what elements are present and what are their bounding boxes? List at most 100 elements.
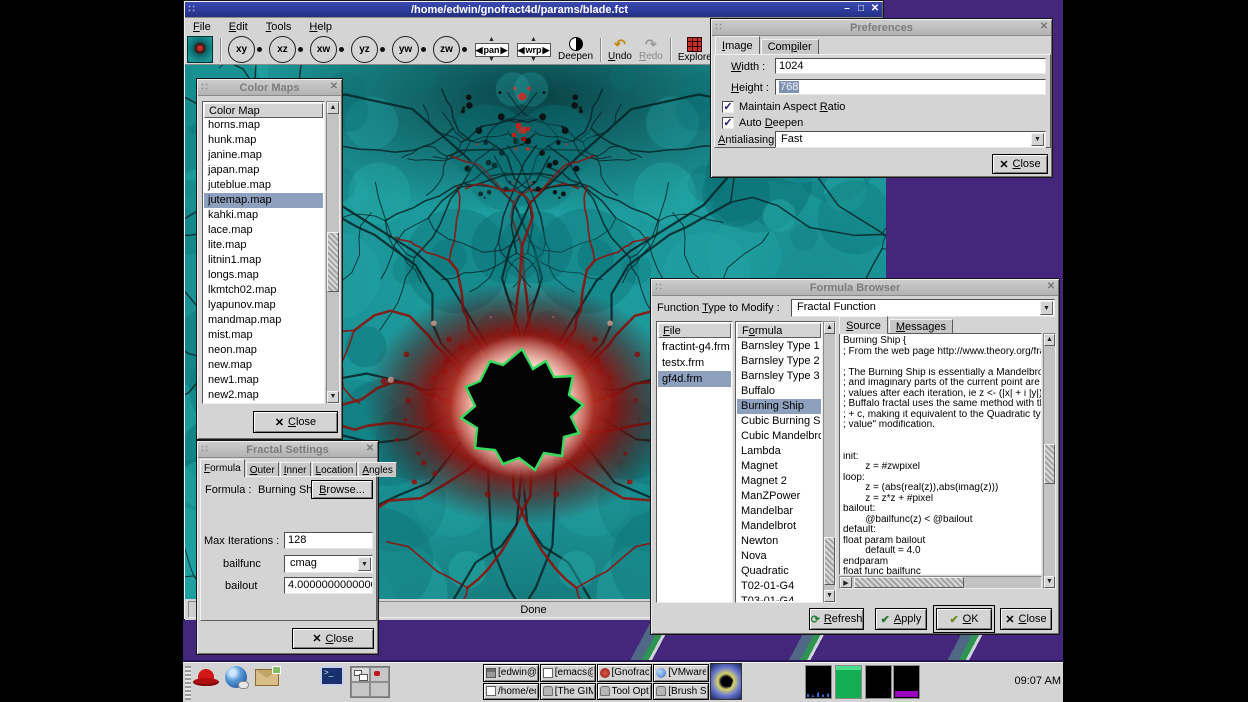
formula-item[interactable]: Cubic Mandelbrot — [737, 429, 821, 444]
formula-item[interactable]: Mandelbar — [737, 504, 821, 519]
height-field[interactable]: 768 — [775, 79, 1046, 95]
formula-column-header[interactable]: Formula — [737, 323, 821, 338]
tab-inner[interactable]: Inner — [280, 462, 311, 477]
explore-button[interactable]: Explore — [678, 37, 712, 63]
ok-button[interactable]: ✔ OK — [936, 608, 992, 630]
warp-box[interactable]: ◀wrp▶ — [517, 43, 551, 57]
axis-drag-dot[interactable] — [462, 47, 467, 52]
taskbar-window-button[interactable]: [Brush Se — [653, 683, 709, 701]
deepen-button[interactable]: Deepen — [558, 37, 593, 62]
menu-item[interactable]: Help — [307, 20, 334, 34]
menu-item[interactable]: File — [191, 20, 213, 34]
fractal-settings-close-button[interactable]: ✕ Close — [292, 628, 374, 649]
maintain-aspect-checkbox[interactable]: ✓ — [722, 101, 734, 113]
colormap-item[interactable]: lkmtch02.map — [204, 283, 323, 298]
colormap-item[interactable]: juteblue.map — [204, 178, 323, 193]
formula-item[interactable]: T03-01-G4 — [737, 594, 821, 601]
fractal-settings-titlebar[interactable]: ∷ Fractal Settings ✕ — [198, 442, 377, 458]
email-icon[interactable] — [255, 669, 279, 686]
taskbar-window-button[interactable]: [The GIMI — [540, 683, 596, 701]
taskbar-window-button[interactable]: [VMware V — [653, 664, 709, 682]
colormap-item[interactable]: lite.map — [204, 238, 323, 253]
redhat-menu-icon[interactable] — [193, 669, 219, 689]
formula-list-scrollbar[interactable]: ▲ ▼ — [823, 321, 836, 603]
scrollbar-thumb[interactable] — [327, 232, 339, 292]
menu-item[interactable]: Tools — [264, 20, 294, 34]
formula-item[interactable]: Burning Ship — [737, 399, 821, 414]
source-horizontal-scrollbar[interactable]: ◀ ▶ — [839, 576, 1042, 589]
swap-monitor-applet[interactable] — [893, 665, 920, 699]
warp-spinner[interactable]: ▲◀wrp▶▼ — [516, 37, 551, 63]
tab-location[interactable]: Location — [312, 462, 358, 477]
pan-box[interactable]: ◀pan▶ — [475, 43, 509, 57]
apply-button[interactable]: ✔ Apply — [875, 608, 927, 630]
network-monitor-applet[interactable] — [805, 665, 832, 699]
file-item[interactable]: testx.frm — [658, 355, 731, 371]
workspace-2[interactable] — [370, 667, 389, 682]
colormap-item[interactable]: horns.map — [204, 118, 323, 133]
function-type-dropdown[interactable]: Fractal Function ▼ — [791, 299, 1055, 317]
axis-drag-dot[interactable] — [298, 47, 303, 52]
scroll-up-icon[interactable]: ▲ — [1044, 334, 1055, 346]
workspace-1[interactable] — [351, 667, 370, 682]
tab-image[interactable]: Image — [715, 36, 760, 54]
chevron-down-icon[interactable]: ▼ — [1040, 301, 1053, 315]
file-item[interactable]: fractint-g4.frm — [658, 339, 731, 355]
tab-compiler[interactable]: Compiler — [761, 39, 819, 54]
file-column-header[interactable]: File — [658, 323, 731, 338]
fractal-applet-thumbnail[interactable] — [710, 663, 742, 700]
taskbar-window-button[interactable]: [emacs@l — [540, 664, 596, 682]
formula-item[interactable]: Magnet — [737, 459, 821, 474]
colormap-item[interactable]: jutemap.map — [204, 193, 323, 208]
axis-button-yw[interactable]: yw — [392, 36, 426, 63]
colormap-item[interactable]: mandmap.map — [204, 313, 323, 328]
formula-browser-titlebar[interactable]: ∷ Formula Browser ✕ — [652, 280, 1058, 296]
antialiasing-dropdown[interactable]: Fast ▼ — [775, 131, 1046, 148]
refresh-button[interactable]: ⟳ Refresh — [809, 608, 864, 630]
colormap-scrollbar[interactable]: ▲ ▼ — [326, 101, 340, 404]
redo-button[interactable]: ↷ Redo — [639, 38, 663, 62]
colormap-item[interactable]: lyapunov.map — [204, 298, 323, 313]
preferences-close-button[interactable]: ✕ Close — [992, 154, 1048, 174]
tab-source[interactable]: Source — [839, 316, 888, 334]
formula-item[interactable]: Barnsley Type 1 — [737, 339, 821, 354]
colormap-item[interactable]: new.map — [204, 358, 323, 373]
blank-monitor-applet[interactable] — [865, 665, 892, 699]
formula-item[interactable]: Lambda — [737, 444, 821, 459]
workspace-4[interactable] — [370, 682, 389, 697]
formula-item[interactable]: ManZPower — [737, 489, 821, 504]
pan-spinner[interactable]: ▲◀pan▶▼ — [474, 37, 509, 63]
colormap-item[interactable]: new1.map — [204, 373, 323, 388]
scroll-down-icon[interactable]: ▼ — [327, 391, 339, 403]
colormap-item[interactable]: lace.map — [204, 223, 323, 238]
formula-item[interactable]: Mandelbrot — [737, 519, 821, 534]
formula-item[interactable]: Magnet 2 — [737, 474, 821, 489]
bailout-field[interactable]: 4.0000000000000000 — [284, 577, 373, 594]
formula-item[interactable]: Barnsley Type 3 — [737, 369, 821, 384]
chevron-down-icon[interactable]: ▼ — [1031, 133, 1044, 146]
source-vertical-scrollbar[interactable]: ▲ ▼ — [1043, 333, 1056, 589]
taskbar-window-button[interactable]: Tool Optic — [597, 683, 653, 701]
width-field[interactable]: 1024 — [775, 58, 1046, 74]
browse-button[interactable]: Browse... — [311, 480, 373, 499]
axis-button-zw[interactable]: zw — [433, 36, 467, 63]
close-icon[interactable]: ✕ — [1037, 21, 1051, 34]
close-icon[interactable]: ✕ — [1044, 281, 1058, 294]
main-titlebar[interactable]: ∷ /home/edwin/gnofract4d/params/blade.fc… — [185, 2, 882, 18]
taskbar-window-button[interactable]: /home/edw — [483, 683, 539, 701]
max-iterations-field[interactable]: 128 — [284, 532, 373, 549]
axis-drag-dot[interactable] — [380, 47, 385, 52]
axis-button-yz[interactable]: yz — [351, 36, 385, 63]
colormap-item[interactable]: longs.map — [204, 268, 323, 283]
colormap-item[interactable]: kahki.map — [204, 208, 323, 223]
colormap-item[interactable]: mist.map — [204, 328, 323, 343]
scroll-right-icon[interactable]: ▶ — [840, 577, 852, 588]
formula-item[interactable]: Nova — [737, 549, 821, 564]
colormaps-close-button[interactable]: ✕ Close — [253, 411, 338, 433]
formula-item[interactable]: Buffalo — [737, 384, 821, 399]
tab-messages[interactable]: Messages — [889, 319, 953, 334]
axis-button-xw[interactable]: xw — [310, 36, 344, 63]
scroll-up-icon[interactable]: ▲ — [327, 102, 339, 114]
colormap-item[interactable]: neon.map — [204, 343, 323, 358]
formula-item[interactable]: Cubic Burning Ship — [737, 414, 821, 429]
